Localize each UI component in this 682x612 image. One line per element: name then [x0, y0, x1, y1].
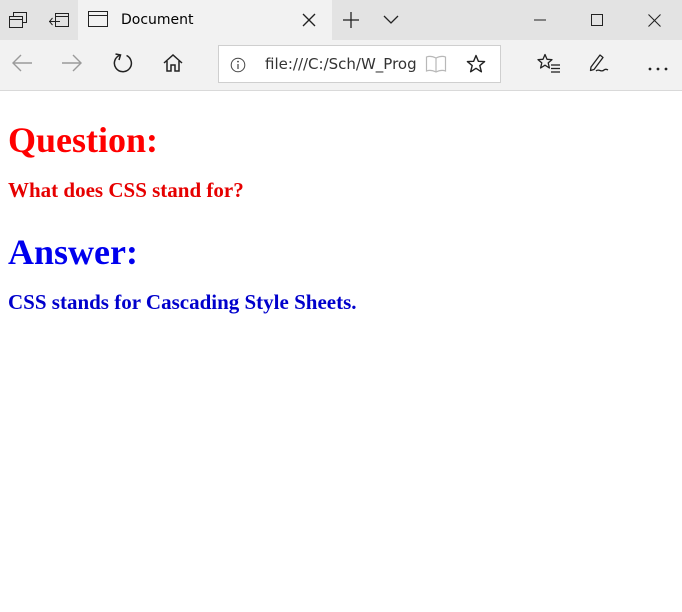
- answer-heading: Answer:: [8, 232, 138, 272]
- book-icon[interactable]: [425, 55, 447, 77]
- question-heading: Question:: [8, 120, 159, 160]
- favorites-button[interactable]: [536, 52, 562, 78]
- chevron-down-icon: [383, 15, 399, 25]
- refresh-icon: [112, 52, 134, 78]
- forward-button[interactable]: [59, 52, 85, 78]
- new-tab-button[interactable]: [336, 0, 366, 40]
- address-bar[interactable]: file:///C:/Sch/W_Prog: [218, 45, 501, 83]
- minimize-icon: [534, 19, 546, 21]
- plus-icon: [342, 11, 360, 29]
- forward-arrow-icon: [61, 54, 83, 76]
- minimize-button[interactable]: [517, 0, 563, 40]
- tab-list-button[interactable]: [376, 0, 406, 40]
- navigation-bar: file:///C:/Sch/W_Prog: [0, 40, 682, 91]
- more-icon: [648, 56, 668, 75]
- pen-icon: [587, 52, 609, 78]
- set-aside-tabs-icon: [49, 13, 69, 27]
- page-icon: [88, 10, 108, 32]
- url-text[interactable]: file:///C:/Sch/W_Prog: [265, 46, 417, 82]
- maximize-button[interactable]: [574, 0, 620, 40]
- info-icon[interactable]: [230, 57, 246, 77]
- close-window-button[interactable]: [631, 0, 677, 40]
- set-aside-tabs-button[interactable]: [42, 0, 76, 40]
- tab-title: Document: [121, 12, 194, 28]
- annotate-button[interactable]: [585, 52, 611, 78]
- favorites-list-icon: [537, 53, 561, 77]
- refresh-button[interactable]: [110, 52, 136, 78]
- home-button[interactable]: [160, 52, 186, 78]
- title-bar: Document: [0, 0, 682, 40]
- home-icon: [163, 53, 183, 77]
- close-icon[interactable]: [301, 12, 317, 28]
- page-content: Question: What does CSS stand for? Answe…: [0, 91, 682, 612]
- tabs-icon: [9, 12, 27, 28]
- tab-document[interactable]: Document: [78, 0, 332, 40]
- back-arrow-icon: [11, 54, 33, 76]
- question-text: What does CSS stand for?: [8, 178, 244, 202]
- more-button[interactable]: [645, 52, 671, 78]
- answer-text: CSS stands for Cascading Style Sheets.: [8, 290, 357, 314]
- back-button[interactable]: [9, 52, 35, 78]
- close-window-icon: [647, 13, 661, 27]
- maximize-icon: [591, 14, 603, 26]
- star-icon[interactable]: [466, 54, 486, 78]
- tab-manager-button[interactable]: [0, 0, 36, 40]
